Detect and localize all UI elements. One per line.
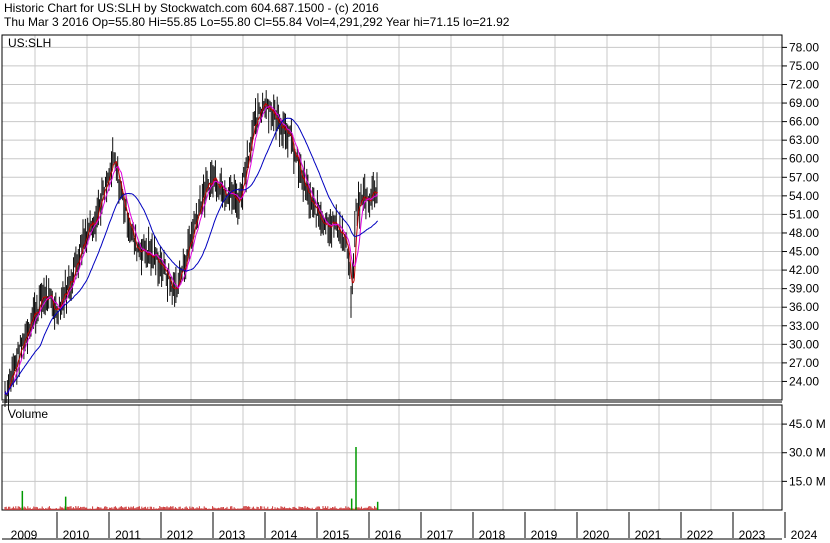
x-tick-label: 2009 <box>11 528 38 542</box>
volume-panel-frame <box>1 404 783 511</box>
x-tick-label: 2023 <box>739 528 766 542</box>
price-y-tick-label: 69.00 <box>789 96 819 110</box>
x-tick-label: 2024 <box>791 528 818 542</box>
x-tick-label: 2012 <box>167 528 194 542</box>
price-y-tick-label: 42.00 <box>789 263 819 277</box>
price-y-tick-label: 51.00 <box>789 207 819 221</box>
x-tick-label: 2017 <box>427 528 454 542</box>
price-y-tick-label: 60.00 <box>789 152 819 166</box>
x-tick-label: 2019 <box>531 528 558 542</box>
price-y-tick-label: 36.00 <box>789 300 819 314</box>
price-y-tick-label: 75.00 <box>789 59 819 73</box>
volume-y-tick-label: 45.0 M <box>789 417 826 431</box>
price-y-tick-label: 54.00 <box>789 189 819 203</box>
volume-y-tick-label: 30.0 M <box>789 446 826 460</box>
x-tick-label: 2013 <box>219 528 246 542</box>
price-y-tick-label: 45.00 <box>789 245 819 259</box>
price-y-tick-label: 39.00 <box>789 282 819 296</box>
price-y-tick-label: 66.00 <box>789 115 819 129</box>
price-y-tick-label: 24.00 <box>789 374 819 388</box>
x-tick-label: 2015 <box>323 528 350 542</box>
price-y-tick-label: 78.00 <box>789 40 819 54</box>
x-tick-label: 2020 <box>583 528 610 542</box>
price-y-tick-label: 72.00 <box>789 77 819 91</box>
panel-frames <box>1 34 783 540</box>
chart-canvas: 2009 2010 2011 2012 2013 2014 2015 2016 2017 2018… <box>1 34 826 542</box>
x-tick-label: 2021 <box>635 528 662 542</box>
x-tick-label: 2010 <box>63 528 90 542</box>
x-tick-label: 2011 <box>115 528 141 542</box>
price-y-tick-label: 30.00 <box>789 337 819 351</box>
grid <box>2 35 782 510</box>
x-tick-label: 2014 <box>271 528 298 542</box>
volume-panel-label: Volume <box>8 407 48 421</box>
x-tick-label: 2022 <box>687 528 714 542</box>
price-y-tick-label: 27.00 <box>789 356 819 370</box>
price-y-tick-label: 63.00 <box>789 133 819 147</box>
volume-y-tick-label: 15.0 M <box>789 474 826 488</box>
price-y-tick-label: 57.00 <box>789 170 819 184</box>
price-panel-label: US:SLH <box>8 36 51 50</box>
price-panel-frame <box>1 34 783 401</box>
price-y-tick-label: 48.00 <box>789 226 819 240</box>
x-tick-label: 2016 <box>375 528 402 542</box>
price-y-tick-label: 33.00 <box>789 319 819 333</box>
x-tick-label: 2018 <box>479 528 506 542</box>
